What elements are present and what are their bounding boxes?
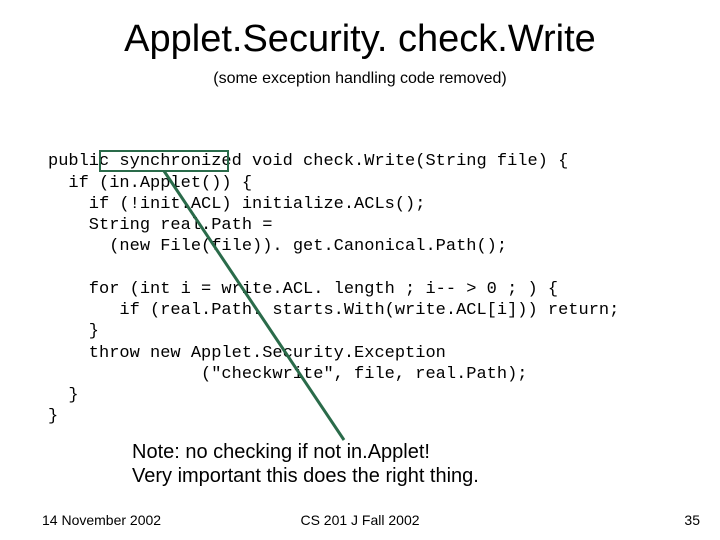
code-line: if (!init.ACL) initialize.ACLs(); <box>48 195 425 214</box>
code-line: if (real.Path. starts.With(write.ACL[i])… <box>48 301 619 320</box>
footer-page-number: 35 <box>684 512 700 528</box>
annotation-note: Note: no checking if not in.Applet! Very… <box>132 440 479 488</box>
code-line: throw new Applet.Security.Exception <box>48 344 446 363</box>
footer-course: CS 201 J Fall 2002 <box>0 512 720 528</box>
code-block: public synchronized void check.Write(Str… <box>48 130 619 449</box>
code-line: if (in.Applet()) { <box>48 174 252 193</box>
code-line: ("checkwrite", file, real.Path); <box>48 365 527 384</box>
code-line: for (int i = write.ACL. length ; i-- > 0… <box>48 280 558 299</box>
code-line: public synchronized void check.Write(Str… <box>48 152 568 171</box>
slide-subtitle: (some exception handling code removed) <box>0 70 720 88</box>
note-line: Very important this does the right thing… <box>132 464 479 488</box>
code-line: (new File(file)). get.Canonical.Path(); <box>48 237 507 256</box>
code-line: } <box>48 386 79 405</box>
slide-title: Applet.Security. check.Write <box>0 18 720 61</box>
code-line: } <box>48 407 58 426</box>
code-line: } <box>48 322 99 341</box>
code-line: String real.Path = <box>48 216 272 235</box>
note-line: Note: no checking if not in.Applet! <box>132 440 479 464</box>
